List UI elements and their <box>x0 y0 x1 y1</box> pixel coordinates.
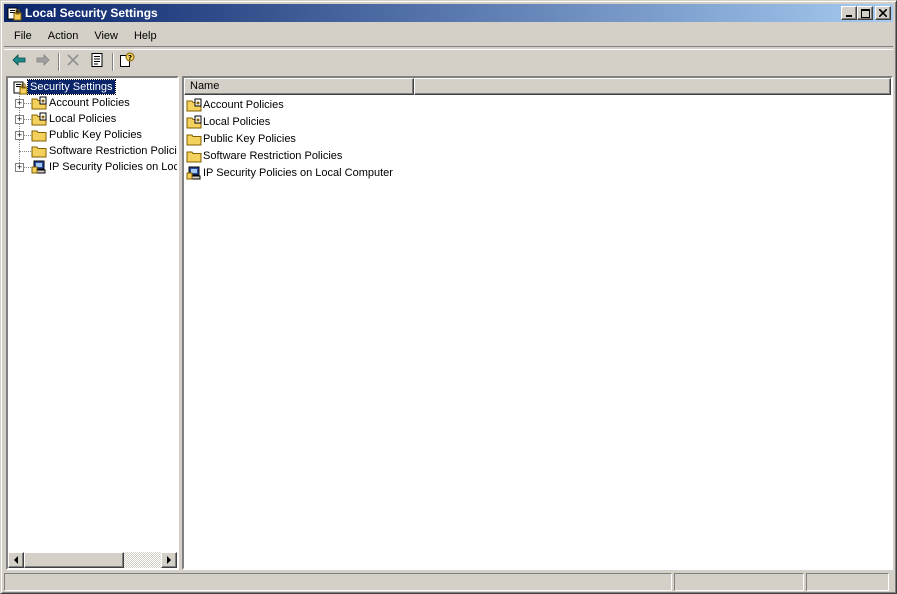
tree-item-ip-security-policies[interactable]: IP Security Policies on Local Computer <box>31 159 177 175</box>
status-cell-tertiary <box>806 573 889 591</box>
policy-folder-icon <box>186 97 202 113</box>
tree-item-label: Local Policies <box>49 113 117 125</box>
tree-item-label: Security Settings <box>27 79 116 95</box>
expand-toggle-local-policies[interactable]: + <box>15 115 24 124</box>
scroll-left-button[interactable] <box>8 552 24 568</box>
main-window: Local Security Settings File Action View… <box>0 0 897 594</box>
security-settings-icon <box>12 79 28 95</box>
list-item[interactable]: Public Key Policies <box>186 130 296 147</box>
security-settings-icon <box>6 5 22 21</box>
properties-icon <box>89 52 105 71</box>
pane-area: Security Settings + Account Policies + L… <box>4 76 893 570</box>
tree-item-security-settings[interactable]: Security Settings <box>12 79 116 95</box>
tree-connector <box>19 151 31 152</box>
minimize-button[interactable] <box>841 6 857 20</box>
scroll-track[interactable] <box>124 552 161 568</box>
ip-security-icon <box>186 165 202 181</box>
expand-toggle-ip-security-policies[interactable]: + <box>15 163 24 172</box>
list-item[interactable]: Account Policies <box>186 96 284 113</box>
list-item-name: Account Policies <box>203 98 284 111</box>
column-header-name[interactable]: Name <box>184 78 414 95</box>
folder-icon <box>186 148 202 164</box>
expand-toggle-account-policies[interactable]: + <box>15 99 24 108</box>
status-cell-secondary <box>674 573 804 591</box>
list-item-name: IP Security Policies on Local Computer <box>203 166 393 179</box>
delete-icon <box>65 52 81 71</box>
list-header: Name <box>184 78 891 95</box>
list-item[interactable]: Local Policies <box>186 113 270 130</box>
list-item-name: Public Key Policies <box>203 132 296 145</box>
policy-folder-icon <box>31 95 47 111</box>
status-bar <box>4 573 893 591</box>
tree-item-account-policies[interactable]: Account Policies <box>31 95 132 111</box>
tree-item-label: Software Restriction Policies <box>49 145 177 157</box>
help-button[interactable]: ? <box>116 51 138 73</box>
toolbar-separator <box>58 52 60 71</box>
scroll-right-button[interactable] <box>161 552 177 568</box>
console-tree[interactable]: Security Settings + Account Policies + L… <box>6 76 179 570</box>
window-title: Local Security Settings <box>25 6 158 20</box>
tree-content: Security Settings + Account Policies + L… <box>8 78 177 552</box>
toolbar-separator <box>112 52 114 71</box>
maximize-button[interactable] <box>857 6 873 20</box>
menu-help[interactable]: Help <box>126 27 165 45</box>
tree-item-label: Public Key Policies <box>49 129 142 141</box>
list-item-name: Software Restriction Policies <box>203 149 343 162</box>
menu-file[interactable]: File <box>4 27 40 45</box>
folder-icon <box>31 127 47 143</box>
list-item[interactable]: IP Security Policies on Local Computer <box>186 164 393 181</box>
tree-item-public-key-policies[interactable]: Public Key Policies <box>31 127 144 143</box>
back-button[interactable] <box>8 51 30 73</box>
svg-text:?: ? <box>128 54 132 62</box>
folder-icon <box>186 131 202 147</box>
help-icon: ? <box>119 52 135 71</box>
tree-item-software-restriction-policies[interactable]: Software Restriction Policies <box>31 143 177 159</box>
toolbar: ? <box>4 49 893 73</box>
menu-bar: File Action View Help <box>4 25 893 47</box>
delete-button[interactable] <box>62 51 84 73</box>
tree-horizontal-scrollbar[interactable] <box>8 552 177 568</box>
forward-arrow-icon <box>35 52 51 71</box>
folder-icon <box>31 143 47 159</box>
list-item[interactable]: Software Restriction Policies <box>186 147 342 164</box>
title-bar[interactable]: Local Security Settings <box>4 4 893 22</box>
ip-security-icon <box>31 159 47 175</box>
back-arrow-icon <box>11 52 27 71</box>
status-cell-main <box>4 573 672 591</box>
title-buttons <box>841 6 891 20</box>
list-item-name: Local Policies <box>203 115 271 128</box>
properties-button[interactable] <box>86 51 108 73</box>
tree-item-local-policies[interactable]: Local Policies <box>31 111 118 127</box>
menu-view[interactable]: View <box>86 27 126 45</box>
expand-toggle-public-key-policies[interactable]: + <box>15 131 24 140</box>
close-button[interactable] <box>875 6 891 20</box>
tree-item-label: IP Security Policies on Local Computer <box>49 161 177 173</box>
tree-item-label: Account Policies <box>49 97 130 109</box>
policy-folder-icon <box>31 111 47 127</box>
details-list[interactable]: Name Account Policies Local Policies Pub… <box>182 76 893 570</box>
menu-action[interactable]: Action <box>40 27 87 45</box>
policy-folder-icon <box>186 114 202 130</box>
scroll-thumb[interactable] <box>24 552 124 568</box>
forward-button[interactable] <box>32 51 54 73</box>
column-header-empty[interactable] <box>414 78 891 95</box>
